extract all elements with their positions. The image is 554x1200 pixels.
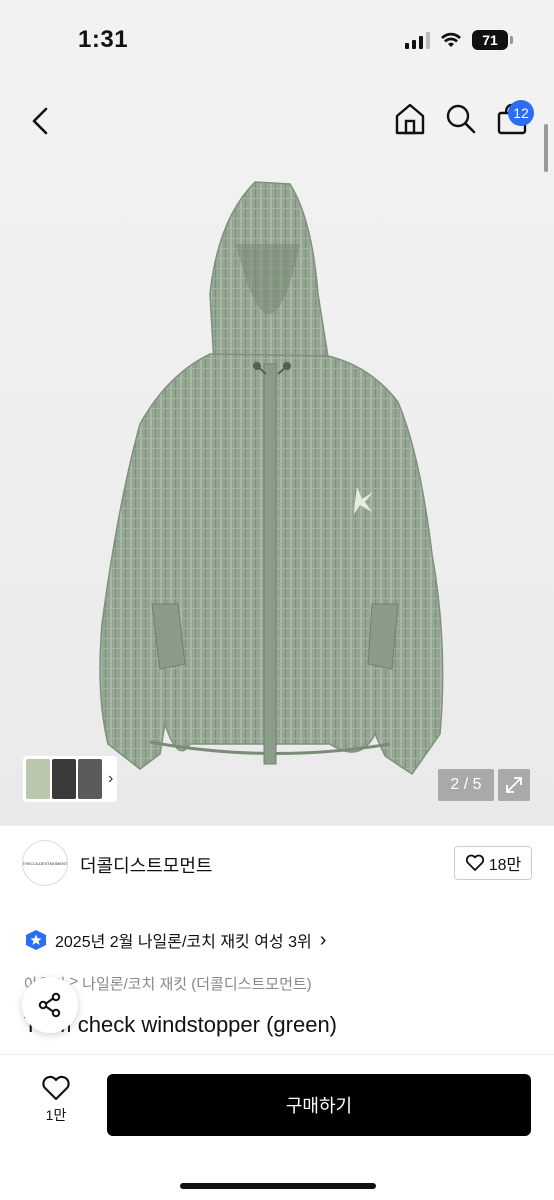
back-icon[interactable] xyxy=(26,104,56,138)
thumbnail-2[interactable] xyxy=(52,759,76,799)
expand-icon xyxy=(506,777,522,793)
thumbnail-1[interactable] xyxy=(26,759,50,799)
buy-button[interactable]: 구매하기 xyxy=(107,1074,531,1136)
chevron-right-icon: › xyxy=(319,928,327,951)
shop-row: THECOLDESTMOMENT 더콜디스트모먼트 18만 xyxy=(22,838,532,892)
thumbnail-strip[interactable]: › xyxy=(23,756,117,802)
expand-button[interactable] xyxy=(498,769,530,801)
top-nav: 12 xyxy=(0,84,554,172)
status-bar: 1:31 71 xyxy=(0,0,554,84)
shop-logo-text: THECOLDESTMOMENT xyxy=(22,860,68,866)
share-icon xyxy=(38,992,61,1018)
heart-icon xyxy=(465,854,484,871)
search-icon[interactable] xyxy=(445,102,477,136)
page-counter: 2 / 5 xyxy=(438,769,494,801)
scrollbar[interactable] xyxy=(544,124,548,172)
product-image xyxy=(99,181,444,776)
heart-icon xyxy=(42,1075,70,1101)
battery-level: 71 xyxy=(482,32,498,48)
shop-logo[interactable]: THECOLDESTMOMENT xyxy=(22,840,68,886)
wifi-icon xyxy=(441,32,461,47)
home-icon[interactable] xyxy=(394,102,426,136)
ranking-text: 2025년 2월 나일론/코치 재킷 여성 3위 xyxy=(55,934,312,951)
rank-star-icon xyxy=(26,930,46,950)
thumbnail-3[interactable] xyxy=(78,759,102,799)
cart-count-badge: 12 xyxy=(508,100,534,126)
share-button[interactable] xyxy=(22,977,78,1033)
shop-like-button[interactable]: 18만 xyxy=(454,846,532,880)
status-icons: 71 xyxy=(405,30,513,50)
favorite-count: 1만 xyxy=(45,1107,67,1123)
shop-name[interactable]: 더콜디스트모먼트 xyxy=(80,852,212,878)
shop-like-count: 18만 xyxy=(488,857,522,874)
signal-icon xyxy=(405,31,430,49)
breadcrumb-item[interactable]: 나일론/코치 재킷 (더콜디스트모먼트) xyxy=(82,973,312,994)
ranking-row[interactable]: 2025년 2월 나일론/코치 재킷 여성 3위 › xyxy=(25,928,326,952)
bottom-bar: 1만 구매하기 xyxy=(0,1054,554,1200)
home-indicator xyxy=(180,1183,376,1189)
product-gallery[interactable]: 12 › 2 / 5 xyxy=(0,84,554,826)
favorite-button[interactable]: 1만 xyxy=(38,1075,74,1125)
chevron-right-icon: › xyxy=(108,770,114,787)
status-time: 1:31 xyxy=(78,26,129,53)
battery-icon: 71 xyxy=(472,30,513,50)
